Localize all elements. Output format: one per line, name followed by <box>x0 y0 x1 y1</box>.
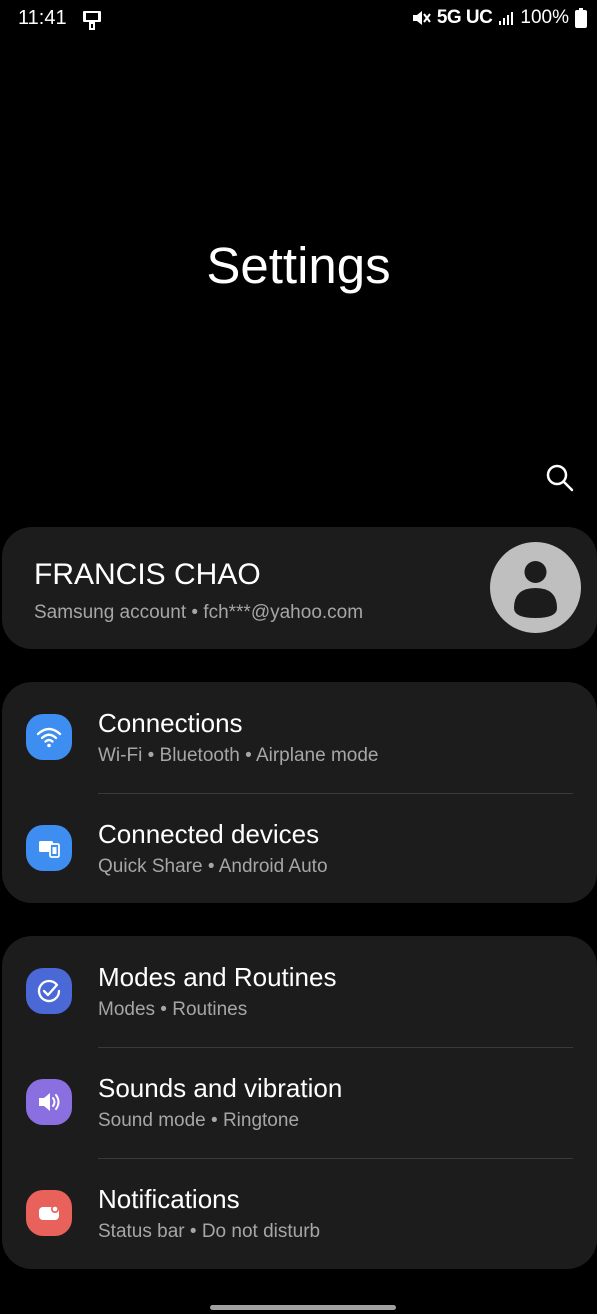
account-subtitle: Samsung account • fch***@yahoo.com <box>34 602 364 623</box>
sounds-title: Sounds and vibration <box>98 1073 343 1103</box>
settings-group-modes: Modes and Routines Modes • Routines Soun… <box>2 936 597 1269</box>
page-title: Settings <box>206 237 391 294</box>
connected-devices-title: Connected devices <box>98 819 320 849</box>
connected-devices-subtitle: Quick Share • Android Auto <box>98 856 328 877</box>
connections-title: Connections <box>98 708 243 738</box>
connections-subtitle: Wi-Fi • Bluetooth • Airplane mode <box>98 745 379 766</box>
samsung-account-card[interactable]: FRANCIS CHAO Samsung account • fch***@ya… <box>2 527 597 649</box>
status-right: 5G UC 100% <box>411 7 587 29</box>
notification-icon <box>26 1190 72 1236</box>
mute-icon <box>411 9 431 27</box>
battery-percent: 100% <box>520 7 569 28</box>
search-button[interactable] <box>538 456 582 500</box>
notifications-subtitle: Status bar • Do not disturb <box>98 1221 321 1242</box>
notifications-item[interactable]: Notifications Status bar • Do not distur… <box>2 1158 597 1269</box>
signal-icon <box>498 10 514 26</box>
network-type: 5G UC <box>436 7 493 28</box>
sounds-subtitle: Sound mode • Ringtone <box>98 1110 300 1131</box>
status-time: 11:41 <box>18 7 67 29</box>
connected-devices-item[interactable]: Connected devices Quick Share • Android … <box>2 793 597 904</box>
devices-icon <box>26 825 72 871</box>
search-icon <box>546 464 574 492</box>
connections-item[interactable]: Connections Wi-Fi • Bluetooth • Airplane… <box>2 682 597 793</box>
home-indicator[interactable] <box>210 1305 396 1310</box>
cast-notification-icon <box>82 9 102 31</box>
speaker-icon <box>26 1079 72 1125</box>
person-icon <box>514 561 557 618</box>
notifications-title: Notifications <box>98 1184 240 1214</box>
status-bar: 11:41 5G UC 100% <box>0 0 597 40</box>
avatar[interactable] <box>490 542 581 633</box>
check-circle-icon <box>26 968 72 1014</box>
modes-subtitle: Modes • Routines <box>98 999 248 1020</box>
wifi-icon <box>26 714 72 760</box>
modes-title: Modes and Routines <box>98 962 337 992</box>
modes-and-routines-item[interactable]: Modes and Routines Modes • Routines <box>2 936 597 1047</box>
account-name: FRANCIS CHAO <box>34 558 261 591</box>
sounds-and-vibration-item[interactable]: Sounds and vibration Sound mode • Ringto… <box>2 1047 597 1158</box>
settings-group-connections: Connections Wi-Fi • Bluetooth • Airplane… <box>2 682 597 903</box>
battery-icon <box>575 8 587 28</box>
